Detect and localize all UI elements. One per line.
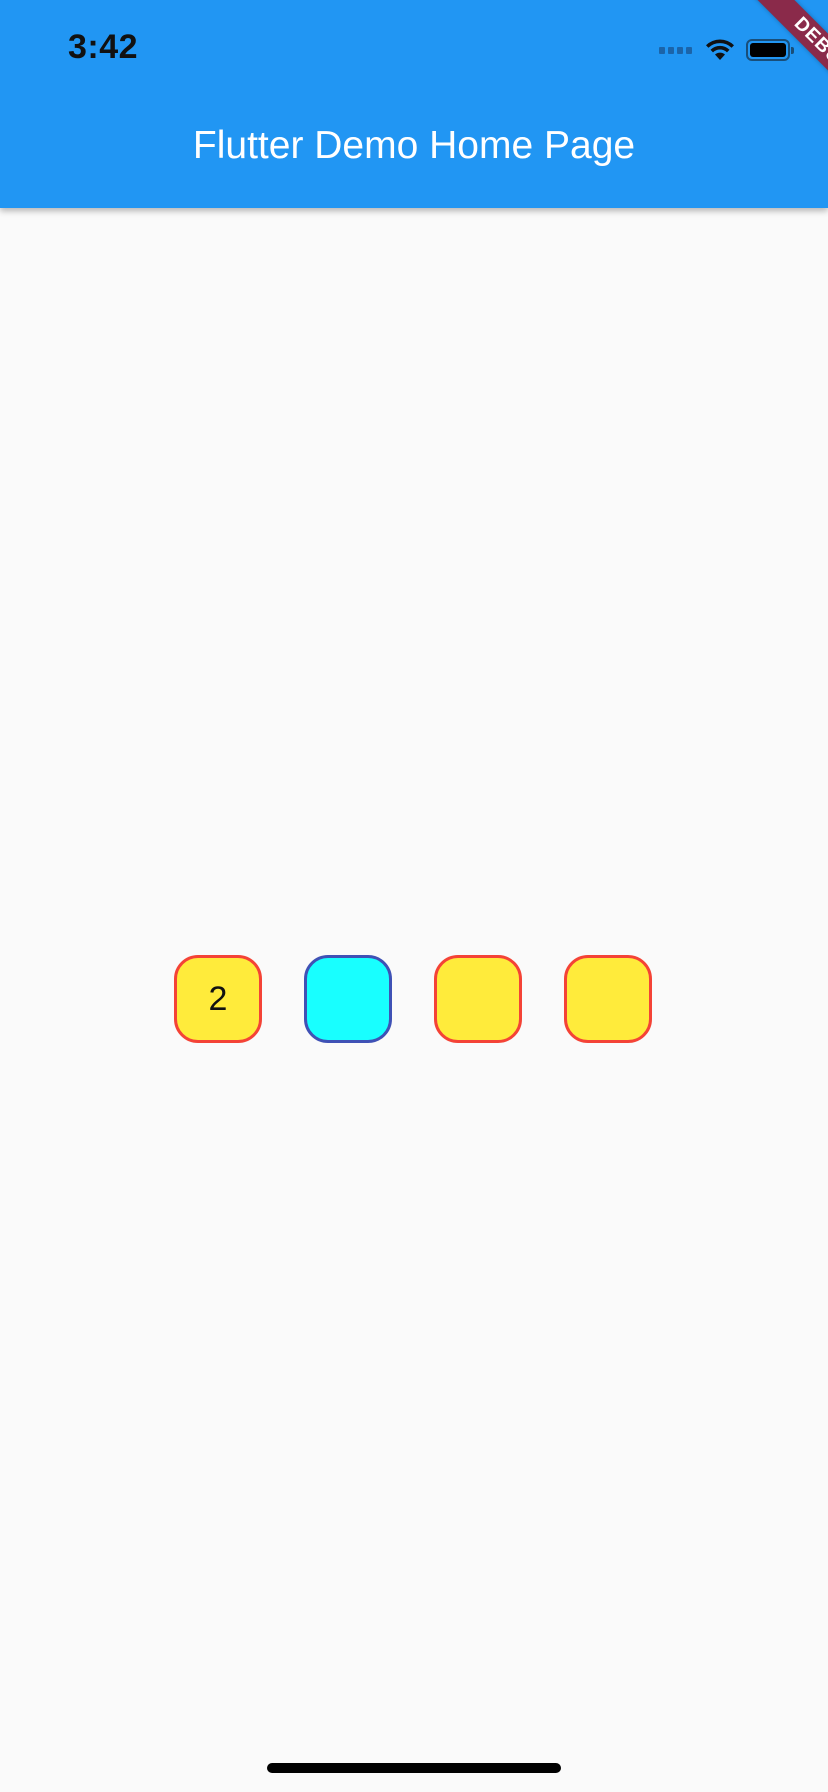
- box-3[interactable]: [434, 955, 522, 1043]
- boxes-row: 2: [174, 955, 652, 1043]
- cellular-signal-icon: [659, 46, 692, 54]
- debug-banner: DEBUG: [708, 0, 828, 120]
- box-1[interactable]: 2: [174, 955, 262, 1043]
- app-bar: 3:42 Flutter Demo Home Page: [0, 0, 828, 208]
- box-2[interactable]: [304, 955, 392, 1043]
- home-indicator: [267, 1763, 561, 1773]
- box-4[interactable]: [564, 955, 652, 1043]
- status-time: 3:42: [68, 28, 139, 66]
- page-title: Flutter Demo Home Page: [192, 124, 636, 167]
- debug-banner-label: DEBUG: [743, 0, 828, 120]
